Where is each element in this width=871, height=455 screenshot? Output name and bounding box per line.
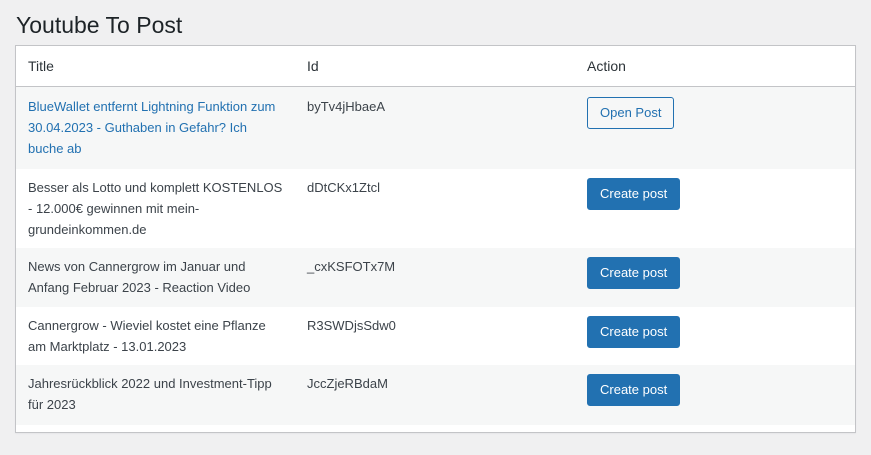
cell-id: _cxKSFOTx7M <box>307 259 396 274</box>
create-post-button[interactable]: Create post <box>587 178 681 210</box>
table-header-row: Title Id Action <box>16 46 855 87</box>
cell-action: Create post <box>575 365 855 425</box>
cell-title: Cannergrow - Wieviel kostet eine Pflanze… <box>28 318 266 354</box>
create-post-button[interactable]: Create post <box>587 316 681 348</box>
column-header-id: Id <box>295 46 575 87</box>
table-row: Jahresrückblick 2022 und Investment-Tipp… <box>16 365 855 425</box>
post-title-link[interactable]: BlueWallet entfernt Lightning Funktion z… <box>28 99 275 156</box>
create-post-button[interactable]: Create post <box>587 374 681 406</box>
cell-action: Create post <box>575 248 855 307</box>
page-title: Youtube To Post <box>16 12 183 38</box>
cell-title: BlueWallet entfernt Lightning Funktion z… <box>16 87 295 170</box>
table-header: Title Id Action <box>16 46 855 87</box>
cell-id: byTv4jHbaeA <box>307 99 386 114</box>
column-header-title: Title <box>16 46 295 87</box>
cell-title: Jahresrückblick 2022 und Investment-Tipp… <box>28 376 272 412</box>
table-row: BlueWallet entfernt Lightning Funktion z… <box>16 86 855 170</box>
page: Youtube To Post Title Id Action BlueWall… <box>0 0 871 455</box>
cell-title: Besser als Lotto und komplett KOSTENLOS … <box>28 180 283 237</box>
cell-action: Open Post <box>575 87 855 170</box>
table-row: News von Cannergrow im Januar und Anfang… <box>16 248 855 307</box>
cell-id: R3SWDjsSdw0 <box>307 318 396 333</box>
cell-action: Create post <box>575 307 855 365</box>
table-row: Besser als Lotto und komplett KOSTENLOS … <box>16 169 855 248</box>
table-body: BlueWallet entfernt Lightning Funktion z… <box>16 86 855 425</box>
cell-id: dDtCKx1Ztcl <box>307 180 380 195</box>
table-row: Cannergrow - Wieviel kostet eine Pflanze… <box>16 307 855 365</box>
cell-id: JccZjeRBdaM <box>307 376 388 391</box>
posts-table-container: Title Id Action BlueWallet entfernt Ligh… <box>15 45 856 433</box>
open-post-button[interactable]: Open Post <box>587 97 675 129</box>
cell-title: News von Cannergrow im Januar und Anfang… <box>28 259 251 295</box>
cell-action: Create post <box>575 169 855 248</box>
posts-table: Title Id Action BlueWallet entfernt Ligh… <box>16 46 855 425</box>
create-post-button[interactable]: Create post <box>587 257 681 289</box>
column-header-action: Action <box>575 46 855 87</box>
